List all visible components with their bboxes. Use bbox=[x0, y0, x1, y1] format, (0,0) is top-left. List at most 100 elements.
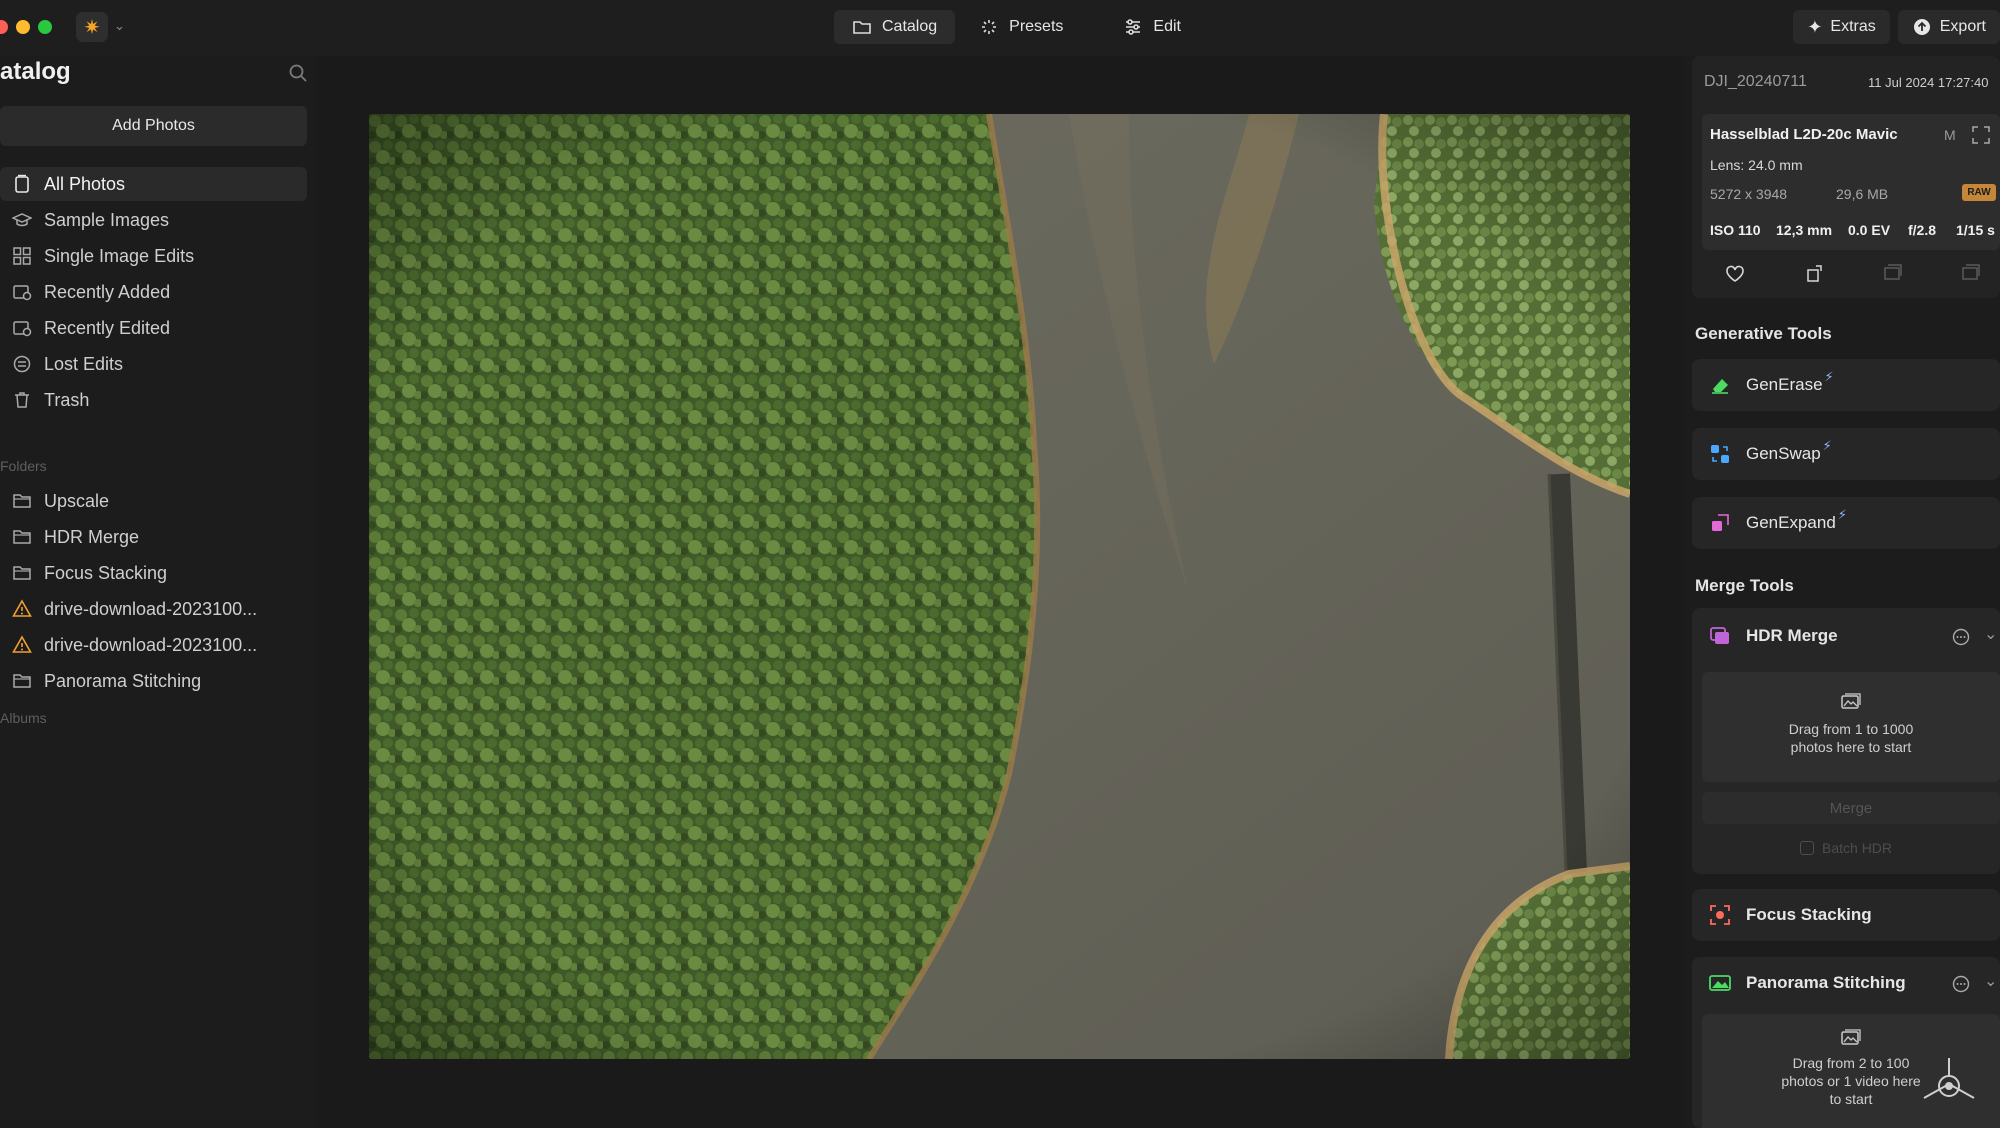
sparkle-icon bbox=[982, 20, 997, 34]
folders-section-label: Folders bbox=[0, 458, 47, 474]
sidebar-item-label: Single Image Edits bbox=[44, 245, 195, 266]
hdr-drop-line1: Drag from 1 to 1000 bbox=[1788, 721, 1914, 737]
batch-hdr-checkbox[interactable]: Batch HDR bbox=[1800, 840, 1892, 856]
sidebar-item-label: Recently Added bbox=[44, 281, 171, 302]
sidebar-item-single-image-edits[interactable]: Single Image Edits bbox=[0, 239, 307, 273]
minimize-window-button[interactable] bbox=[16, 20, 30, 34]
search-icon[interactable] bbox=[288, 63, 308, 83]
fullscreen-icon[interactable] bbox=[1972, 126, 1990, 144]
sidebar-item-label: Focus Stacking bbox=[44, 562, 168, 583]
maximize-window-button[interactable] bbox=[38, 20, 52, 34]
focus-icon bbox=[1708, 903, 1732, 927]
sidebar-item-recently-edited[interactable]: Recently Edited bbox=[0, 311, 307, 345]
sidebar-item-all-photos[interactable]: All Photos bbox=[0, 167, 307, 201]
hdr-icon bbox=[1708, 624, 1732, 648]
focal-length: 12,3 mm bbox=[1776, 222, 1833, 238]
warning-icon bbox=[10, 597, 34, 621]
folder-icon bbox=[10, 669, 34, 693]
tab-catalog[interactable]: Catalog bbox=[834, 10, 956, 44]
photo-filename: DJI_20240711 bbox=[1704, 73, 1807, 90]
compare-icon[interactable] bbox=[1882, 262, 1904, 284]
tab-edit-label: Edit bbox=[1153, 18, 1181, 35]
drone-icon bbox=[1923, 1058, 1975, 1099]
sidebar-folder-drive-download-1[interactable]: drive-download-2023100... bbox=[0, 592, 307, 626]
chevron-down-icon[interactable]: ⌄ bbox=[1984, 624, 1997, 644]
export-icon bbox=[1913, 19, 1930, 35]
generase-label: GenErase bbox=[1746, 375, 1823, 394]
page-title: atalog bbox=[0, 58, 71, 85]
generase-button[interactable]: GenErase ⚡ bbox=[1692, 359, 2000, 411]
app-menu-button[interactable]: ✷ bbox=[76, 12, 108, 42]
merge-button[interactable]: Merge bbox=[1702, 792, 2000, 824]
sidebar-item-lost-edits[interactable]: Lost Edits bbox=[0, 347, 307, 381]
sidebar-folder-drive-download-2[interactable]: drive-download-2023100... bbox=[0, 628, 307, 662]
sidebar-item-label: drive-download-2023100... bbox=[44, 598, 258, 619]
panorama-label: Panorama Stitching bbox=[1746, 973, 1906, 992]
panorama-icon bbox=[1708, 971, 1732, 995]
recent-added-icon bbox=[10, 280, 34, 304]
sidebar-item-label: HDR Merge bbox=[44, 526, 140, 547]
sidebar-item-label: Recently Edited bbox=[44, 317, 171, 338]
raw-badge: RAW bbox=[1962, 184, 1996, 201]
tab-edit[interactable]: Edit bbox=[1105, 10, 1199, 44]
expand-icon bbox=[1708, 511, 1732, 535]
sidebar-folder-focus-stacking[interactable]: Focus Stacking bbox=[0, 556, 307, 590]
heart-icon[interactable] bbox=[1724, 262, 1746, 284]
albums-section-label: Albums bbox=[0, 710, 47, 726]
hdr-drop-zone[interactable]: Drag from 1 to 1000 photos here to start bbox=[1702, 672, 2000, 782]
folder-icon bbox=[853, 21, 871, 34]
aperture-value: f/2.8 bbox=[1908, 222, 1937, 238]
sidebar-folder-hdr-merge[interactable]: HDR Merge bbox=[0, 520, 307, 554]
hdr-drop-line2: photos here to start bbox=[1790, 739, 1912, 755]
genexpand-label: GenExpand bbox=[1746, 513, 1836, 532]
genswap-button[interactable]: GenSwap ⚡ bbox=[1692, 428, 2000, 480]
copy-icon[interactable] bbox=[1960, 262, 1982, 284]
lens-info: Lens: 24.0 mm bbox=[1710, 157, 1803, 173]
exposure-mode: M bbox=[1944, 127, 1956, 143]
sidebar-item-label: All Photos bbox=[44, 173, 126, 194]
title-bar: ✷ ⌄ Catalog Presets Edit ✦ Extras Export bbox=[0, 0, 2000, 56]
recent-edited-icon bbox=[10, 316, 34, 340]
sun-icon: ✷ bbox=[83, 16, 101, 39]
sidebar-item-recently-added[interactable]: Recently Added bbox=[0, 275, 307, 309]
add-photos-button[interactable]: Add Photos bbox=[0, 106, 307, 146]
extras-button[interactable]: ✦ Extras bbox=[1793, 10, 1890, 44]
checkbox-icon bbox=[1800, 841, 1814, 855]
exposure-value: 0.0 EV bbox=[1848, 222, 1891, 238]
rotate-icon[interactable] bbox=[1804, 262, 1826, 284]
camera-model: Hasselblad L2D-20c Mavic bbox=[1710, 126, 1898, 143]
genswap-label: GenSwap bbox=[1746, 444, 1821, 463]
tab-presets[interactable]: Presets bbox=[961, 10, 1081, 44]
sidebar-item-sample-images[interactable]: Sample Images bbox=[0, 203, 307, 237]
photo-preview[interactable] bbox=[369, 114, 1630, 1059]
focus-stacking-button[interactable]: Focus Stacking bbox=[1692, 889, 2000, 941]
chevron-down-icon[interactable]: ⌄ bbox=[1984, 971, 1997, 991]
lightning-icon: ⚡ bbox=[1824, 369, 1834, 384]
genexpand-button[interactable]: GenExpand ⚡ bbox=[1692, 497, 2000, 549]
folder-icon bbox=[10, 489, 34, 513]
sidebar-item-label: Upscale bbox=[44, 490, 110, 511]
shutter-speed: 1/15 s bbox=[1956, 222, 1995, 238]
export-button[interactable]: Export bbox=[1897, 10, 2000, 44]
trash-icon bbox=[10, 388, 34, 412]
chevron-down-icon[interactable]: ⌄ bbox=[114, 18, 125, 34]
sidebar-item-label: drive-download-2023100... bbox=[44, 634, 258, 655]
sidebar-item-trash[interactable]: Trash bbox=[0, 383, 307, 417]
close-window-button[interactable] bbox=[0, 20, 8, 34]
aerial-photo bbox=[369, 114, 1630, 1059]
lightning-icon: ⚡ bbox=[1822, 438, 1832, 453]
more-options-icon[interactable] bbox=[1952, 628, 1970, 646]
sidebar-folder-upscale[interactable]: Upscale bbox=[0, 484, 307, 518]
sidebar-item-label: Lost Edits bbox=[44, 353, 124, 374]
hdr-merge-label: HDR Merge bbox=[1746, 626, 1838, 645]
photos-icon bbox=[10, 172, 34, 196]
lightning-icon: ⚡ bbox=[1837, 507, 1847, 522]
sidebar-folder-panorama-stitching[interactable]: Panorama Stitching bbox=[0, 664, 307, 698]
batch-hdr-label: Batch HDR bbox=[1822, 840, 1893, 856]
photos-stack-icon bbox=[1841, 693, 1861, 709]
image-dimensions: 5272 x 3948 bbox=[1710, 186, 1788, 202]
tab-presets-label: Presets bbox=[1009, 18, 1064, 35]
more-options-icon[interactable] bbox=[1952, 975, 1970, 993]
top-navigation: Catalog Presets Edit bbox=[834, 10, 1199, 44]
generative-tools-title: Generative Tools bbox=[1695, 324, 1832, 343]
